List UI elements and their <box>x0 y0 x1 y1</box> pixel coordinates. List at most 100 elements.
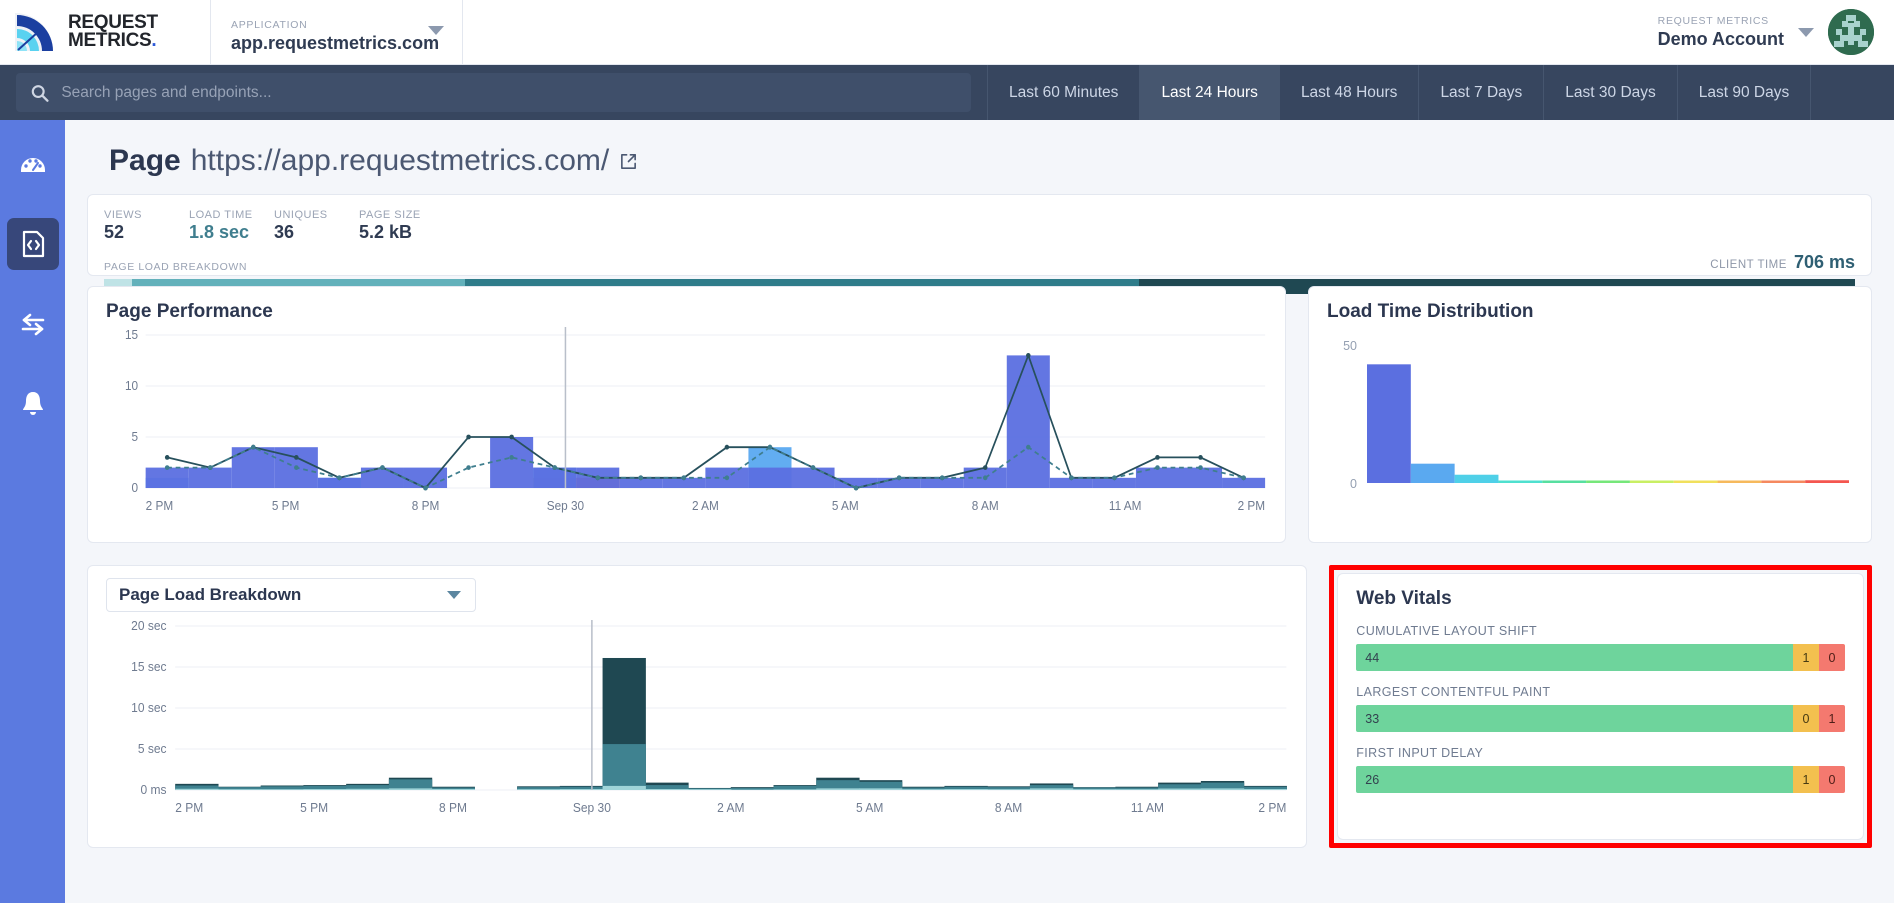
account-menu[interactable]: REQUEST METRICS Demo Account <box>1658 0 1894 64</box>
svg-text:5 AM: 5 AM <box>856 801 883 815</box>
brand-dot: . <box>151 30 157 51</box>
client-time-label: CLIENT TIME <box>1710 259 1787 271</box>
web-vital-needs-improvement-count: 0 <box>1793 705 1819 732</box>
client-time-block: CLIENT TIME 706 ms <box>1710 252 1855 273</box>
svg-text:2 PM: 2 PM <box>1238 499 1266 513</box>
web-vital-poor-count: 0 <box>1819 644 1845 671</box>
sidebar-item-dashboard[interactable] <box>7 138 59 190</box>
client-time-value: 706 ms <box>1793 252 1855 272</box>
page-performance-card: Page Performance 0 5 10 15 2 PM 5 PM 8 PM Sep 3… <box>87 286 1286 543</box>
web-vital-label: LARGEST CONTENTFUL PAINT <box>1356 685 1551 699</box>
svg-text:Sep 30: Sep 30 <box>573 801 611 815</box>
search-icon <box>31 84 49 102</box>
top-charts-row: Page Performance 0 5 10 15 2 PM 5 PM 8 PM Sep 3… <box>87 286 1872 543</box>
search-input[interactable] <box>61 83 957 102</box>
breakdown-metric-select[interactable]: Page Load Breakdown <box>106 578 476 612</box>
page-load-breakdown-card: Page Load Breakdown 0 ms 5 sec 10 sec 15 se… <box>87 565 1308 848</box>
svg-text:8 AM: 8 AM <box>995 801 1022 815</box>
svg-text:5 PM: 5 PM <box>300 801 328 815</box>
breakdown-metric-value: Page Load Breakdown <box>119 585 302 604</box>
web-vital-poor-count: 1 <box>1819 705 1845 732</box>
page-title: Page https://app.requestmetrics.com/ <box>109 144 1872 178</box>
summary-stat-page-size: PAGE SIZE 5.2 kB <box>359 209 444 243</box>
load-time-distribution-title: Load Time Distribution <box>1327 301 1534 322</box>
range-tab-last-30-days[interactable]: Last 30 Days <box>1544 65 1678 120</box>
web-vital-poor-count: 0 <box>1819 766 1845 793</box>
web-vitals-list: CUMULATIVE LAYOUT SHIFT 44 1 0 LARGEST CONTE… <box>1356 624 1845 793</box>
load-time-distribution-card: Load Time Distribution 50 0 <box>1308 286 1872 543</box>
avatar[interactable] <box>1828 9 1874 55</box>
range-tab-last-90-days[interactable]: Last 90 Days <box>1677 65 1812 120</box>
page-summary-card: VIEWS 52 LOAD TIME 1.8 sec UNIQUES 36 PAGE SIZ… <box>87 194 1872 294</box>
web-vitals-title: Web Vitals <box>1356 588 1452 609</box>
summary-stats: VIEWS 52 LOAD TIME 1.8 sec UNIQUES 36 PAGE SIZ… <box>104 209 1855 243</box>
time-range-tabs: Last 60 Minutes Last 24 Hours Last 48 Hour… <box>987 65 1812 120</box>
stat-value: 5.2 kB <box>359 222 413 242</box>
page-load-breakdown-chart[interactable]: 0 ms 5 sec 10 sec 15 sec 20 sec 2 PM 5 PM 8 PM S… <box>106 612 1288 834</box>
svg-text:15 sec: 15 sec <box>131 660 166 674</box>
application-selector[interactable]: APPLICATION app.requestmetrics.com <box>210 0 463 64</box>
chevron-down-icon <box>428 26 444 35</box>
page-performance-title: Page Performance <box>106 301 273 322</box>
page-load-breakdown-label: PAGE LOAD BREAKDOWN <box>104 261 248 273</box>
svg-text:20 sec: 20 sec <box>131 619 166 633</box>
svg-text:2 AM: 2 AM <box>717 801 744 815</box>
search-box[interactable] <box>16 73 971 112</box>
svg-text:10: 10 <box>125 379 138 393</box>
range-tab-last-7-days[interactable]: Last 7 Days <box>1419 65 1545 120</box>
svg-text:10 sec: 10 sec <box>131 701 166 715</box>
web-vitals-highlight: Web Vitals CUMULATIVE LAYOUT SHIFT 44 1 0 LA… <box>1329 565 1872 848</box>
svg-text:2 AM: 2 AM <box>692 499 719 513</box>
range-tab-last-48-hours[interactable]: Last 48 Hours <box>1279 65 1420 120</box>
external-link-icon[interactable] <box>619 152 638 171</box>
svg-text:8 AM: 8 AM <box>972 499 999 513</box>
svg-text:2 PM: 2 PM <box>175 801 203 815</box>
svg-text:15: 15 <box>125 328 138 342</box>
code-page-icon <box>22 230 44 258</box>
svg-text:0: 0 <box>132 481 139 495</box>
brand-wordmark: REQUEST METRICS. <box>68 13 158 51</box>
request-metrics-logo-icon <box>15 13 53 51</box>
brand-logo[interactable]: REQUEST METRICS. <box>0 0 210 64</box>
web-vital-label: CUMULATIVE LAYOUT SHIFT <box>1356 624 1538 638</box>
stat-value: 52 <box>104 222 125 242</box>
search-and-range-bar: Last 60 MinutesLast 24 HoursLast 48 Hour… <box>0 65 1894 120</box>
svg-text:50: 50 <box>1343 339 1357 353</box>
stat-value: 36 <box>274 222 295 242</box>
left-nav-rail <box>0 120 65 903</box>
summary-stat-load-time: LOAD TIME 1.8 sec <box>189 209 274 243</box>
svg-text:0: 0 <box>1350 477 1357 491</box>
account-org-label: REQUEST METRICS <box>1657 14 1769 27</box>
summary-stat-views: VIEWS 52 <box>104 209 189 243</box>
web-vital-needs-improvement-count: 1 <box>1793 766 1819 793</box>
load-time-distribution-chart[interactable]: 50 0 <box>1327 323 1855 523</box>
web-vital-bar[interactable]: 44 1 0 <box>1356 644 1845 671</box>
chevron-down-icon <box>1798 27 1814 37</box>
main-content: Page https://app.requestmetrics.com/ VIE… <box>65 120 1894 903</box>
sidebar-item-alerts[interactable] <box>7 378 59 430</box>
web-vital-bar[interactable]: 33 0 1 <box>1356 705 1845 732</box>
sidebar-item-transfers[interactable] <box>7 298 59 350</box>
range-tab-last-60-minutes[interactable]: Last 60 Minutes <box>988 65 1141 120</box>
transfer-arrows-icon <box>21 313 44 336</box>
svg-text:5 AM: 5 AM <box>832 499 859 513</box>
svg-text:2 PM: 2 PM <box>146 499 174 513</box>
web-vitals-card: Web Vitals CUMULATIVE LAYOUT SHIFT 44 1 0 LA… <box>1337 573 1864 840</box>
stat-label: PAGE SIZE <box>359 209 421 221</box>
range-tab-last-24-hours[interactable]: Last 24 Hours <box>1140 65 1280 120</box>
svg-text:5: 5 <box>132 430 139 444</box>
avatar-identicon-icon <box>1828 9 1874 55</box>
top-bar: REQUEST METRICS. APPLICATION app.request… <box>0 0 1894 65</box>
chevron-down-icon <box>447 591 461 599</box>
page-load-breakdown-header: PAGE LOAD BREAKDOWN CLIENT TIME 706 ms <box>104 252 1855 273</box>
sidebar-item-pages[interactable] <box>6 218 59 270</box>
page-performance-chart[interactable]: 0 5 10 15 2 PM 5 PM 8 PM Sep 30 2 AM 5 AM 8 AM 11 A… <box>106 323 1267 528</box>
stat-label: LOAD TIME <box>189 209 253 221</box>
account-name: Demo Account <box>1657 28 1784 49</box>
web-vital-bar[interactable]: 26 1 0 <box>1356 766 1845 793</box>
svg-text:11 AM: 11 AM <box>1131 801 1164 815</box>
summary-stat-uniques: UNIQUES 36 <box>274 209 359 243</box>
stat-label: VIEWS <box>104 209 142 221</box>
stat-label: UNIQUES <box>274 209 328 221</box>
svg-text:5 sec: 5 sec <box>138 742 167 756</box>
